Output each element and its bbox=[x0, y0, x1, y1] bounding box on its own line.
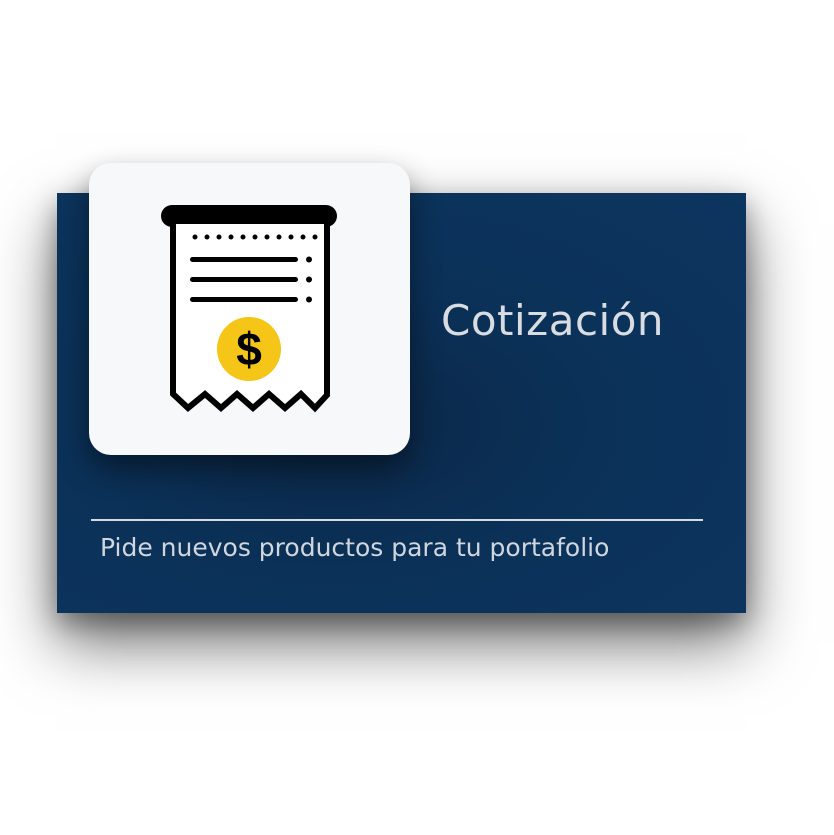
svg-text:$: $ bbox=[236, 323, 262, 375]
card-subtitle: Pide nuevos productos para tu portafolio bbox=[100, 533, 610, 562]
divider bbox=[91, 519, 703, 521]
card-title: Cotización bbox=[441, 296, 665, 345]
quote-card-stage: $ Cotización Pide nuevos productos para … bbox=[0, 0, 834, 835]
receipt-dollar-icon: $ bbox=[161, 205, 337, 413]
icon-tile: $ bbox=[89, 163, 410, 455]
